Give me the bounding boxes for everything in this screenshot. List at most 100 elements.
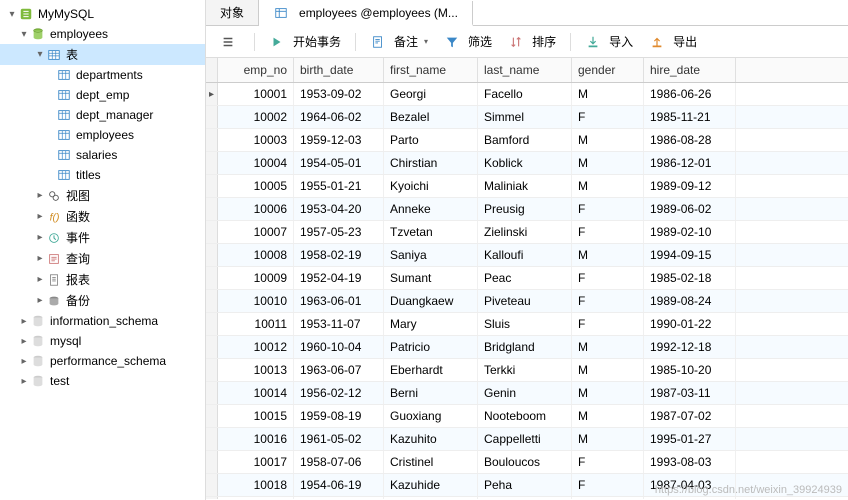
cell-birth-date[interactable]: 1957-05-23 — [294, 221, 384, 243]
cell-first-name[interactable]: Patricio — [384, 336, 478, 358]
cell-birth-date[interactable]: 1961-05-02 — [294, 428, 384, 450]
cell-emp-no[interactable]: 10010 — [218, 290, 294, 312]
cell-last-name[interactable]: Maliniak — [478, 175, 572, 197]
cell-gender[interactable]: M — [572, 175, 644, 197]
cell-hire-date[interactable]: 1990-01-22 — [644, 313, 736, 335]
tree-table-item[interactable]: titles — [0, 165, 205, 185]
table-row[interactable]: 100081958-02-19SaniyaKalloufiM1994-09-15 — [206, 244, 848, 267]
cell-first-name[interactable]: Duangkaew — [384, 290, 478, 312]
import-button[interactable]: 导入 — [579, 30, 639, 53]
col-emp-no[interactable]: emp_no — [218, 58, 294, 82]
cell-birth-date[interactable]: 1963-06-01 — [294, 290, 384, 312]
cell-emp-no[interactable]: 10013 — [218, 359, 294, 381]
table-row[interactable]: 100131963-06-07EberhardtTerkkiM1985-10-2… — [206, 359, 848, 382]
table-row[interactable]: 100161961-05-02KazuhitoCappellettiM1995-… — [206, 428, 848, 451]
cell-gender[interactable]: F — [572, 474, 644, 496]
cell-hire-date[interactable]: 1987-04-03 — [644, 474, 736, 496]
cell-gender[interactable]: F — [572, 198, 644, 220]
cell-first-name[interactable]: Berni — [384, 382, 478, 404]
tree-database-sibling[interactable]: ▸mysql — [0, 331, 205, 351]
cell-hire-date[interactable]: 1995-01-27 — [644, 428, 736, 450]
cell-emp-no[interactable]: 10002 — [218, 106, 294, 128]
cell-first-name[interactable]: Cristinel — [384, 451, 478, 473]
cell-gender[interactable]: F — [572, 221, 644, 243]
cell-hire-date[interactable]: 1987-03-11 — [644, 382, 736, 404]
cell-last-name[interactable]: Peac — [478, 267, 572, 289]
tree-database-sibling[interactable]: ▸information_schema — [0, 311, 205, 331]
cell-birth-date[interactable]: 1955-01-21 — [294, 175, 384, 197]
cell-first-name[interactable]: Kazuhide — [384, 474, 478, 496]
cell-emp-no[interactable]: 10006 — [218, 198, 294, 220]
cell-hire-date[interactable]: 1987-07-02 — [644, 405, 736, 427]
tree-backups[interactable]: ▸ 备份 — [0, 290, 205, 311]
cell-first-name[interactable]: Eberhardt — [384, 359, 478, 381]
table-row[interactable]: 100191953-01-23LillianHaddadiM1999-04-30 — [206, 497, 848, 499]
cell-emp-no[interactable]: 10019 — [218, 497, 294, 499]
cell-emp-no[interactable]: 10015 — [218, 405, 294, 427]
table-row[interactable]: 100091952-04-19SumantPeacF1985-02-18 — [206, 267, 848, 290]
cell-gender[interactable]: F — [572, 106, 644, 128]
cell-hire-date[interactable]: 1992-12-18 — [644, 336, 736, 358]
cell-first-name[interactable]: Sumant — [384, 267, 478, 289]
cell-last-name[interactable]: Koblick — [478, 152, 572, 174]
cell-hire-date[interactable]: 1986-08-28 — [644, 129, 736, 151]
cell-gender[interactable]: F — [572, 451, 644, 473]
cell-hire-date[interactable]: 1994-09-15 — [644, 244, 736, 266]
cell-last-name[interactable]: Cappelletti — [478, 428, 572, 450]
cell-first-name[interactable]: Parto — [384, 129, 478, 151]
cell-hire-date[interactable]: 1985-10-20 — [644, 359, 736, 381]
cell-hire-date[interactable]: 1989-09-12 — [644, 175, 736, 197]
cell-gender[interactable]: M — [572, 428, 644, 450]
tree-reports[interactable]: ▸ 报表 — [0, 269, 205, 290]
cell-last-name[interactable]: Sluis — [478, 313, 572, 335]
table-row[interactable]: 100141956-02-12BerniGeninM1987-03-11 — [206, 382, 848, 405]
table-row[interactable]: 100071957-05-23TzvetanZielinskiF1989-02-… — [206, 221, 848, 244]
table-row[interactable]: 100041954-05-01ChirstianKoblickM1986-12-… — [206, 152, 848, 175]
cell-emp-no[interactable]: 10016 — [218, 428, 294, 450]
cell-gender[interactable]: F — [572, 267, 644, 289]
cell-first-name[interactable]: Mary — [384, 313, 478, 335]
cell-emp-no[interactable]: 10003 — [218, 129, 294, 151]
tree-connection[interactable]: ▾ MyMySQL — [0, 4, 205, 24]
memo-button[interactable]: 备注▾ — [364, 30, 434, 53]
cell-last-name[interactable]: Nooteboom — [478, 405, 572, 427]
cell-birth-date[interactable]: 1959-12-03 — [294, 129, 384, 151]
col-gender[interactable]: gender — [572, 58, 644, 82]
tree-table-item[interactable]: departments — [0, 65, 205, 85]
table-row[interactable]: 100121960-10-04PatricioBridglandM1992-12… — [206, 336, 848, 359]
cell-birth-date[interactable]: 1958-07-06 — [294, 451, 384, 473]
cell-emp-no[interactable]: 10018 — [218, 474, 294, 496]
tree-tables-node[interactable]: ▾ 表 — [0, 44, 205, 65]
table-row[interactable]: 100061953-04-20AnnekePreusigF1989-06-02 — [206, 198, 848, 221]
cell-last-name[interactable]: Facello — [478, 83, 572, 105]
tree-functions[interactable]: ▸ f() 函数 — [0, 206, 205, 227]
cell-gender[interactable]: M — [572, 382, 644, 404]
cell-emp-no[interactable]: 10011 — [218, 313, 294, 335]
cell-emp-no[interactable]: 10012 — [218, 336, 294, 358]
cell-hire-date[interactable]: 1989-02-10 — [644, 221, 736, 243]
table-row[interactable]: 100021964-06-02BezalelSimmelF1985-11-21 — [206, 106, 848, 129]
tree-table-item[interactable]: employees — [0, 125, 205, 145]
cell-first-name[interactable]: Anneke — [384, 198, 478, 220]
cell-last-name[interactable]: Bouloucos — [478, 451, 572, 473]
cell-birth-date[interactable]: 1964-06-02 — [294, 106, 384, 128]
cell-last-name[interactable]: Preusig — [478, 198, 572, 220]
cell-hire-date[interactable]: 1999-04-30 — [644, 497, 736, 499]
col-birth-date[interactable]: birth_date — [294, 58, 384, 82]
table-row[interactable]: 100111953-11-07MarySluisF1990-01-22 — [206, 313, 848, 336]
cell-gender[interactable]: M — [572, 244, 644, 266]
cell-gender[interactable]: F — [572, 290, 644, 312]
export-button[interactable]: 导出 — [643, 30, 703, 53]
cell-birth-date[interactable]: 1963-06-07 — [294, 359, 384, 381]
cell-emp-no[interactable]: 10005 — [218, 175, 294, 197]
tree-database[interactable]: ▾ employees — [0, 24, 205, 44]
cell-last-name[interactable]: Simmel — [478, 106, 572, 128]
cell-first-name[interactable]: Tzvetan — [384, 221, 478, 243]
cell-hire-date[interactable]: 1989-06-02 — [644, 198, 736, 220]
tab-data[interactable]: employees @employees (M... — [259, 1, 473, 26]
cell-birth-date[interactable]: 1959-08-19 — [294, 405, 384, 427]
cell-gender[interactable]: M — [572, 152, 644, 174]
cell-emp-no[interactable]: 10007 — [218, 221, 294, 243]
tree-table-item[interactable]: dept_emp — [0, 85, 205, 105]
cell-last-name[interactable]: Terkki — [478, 359, 572, 381]
